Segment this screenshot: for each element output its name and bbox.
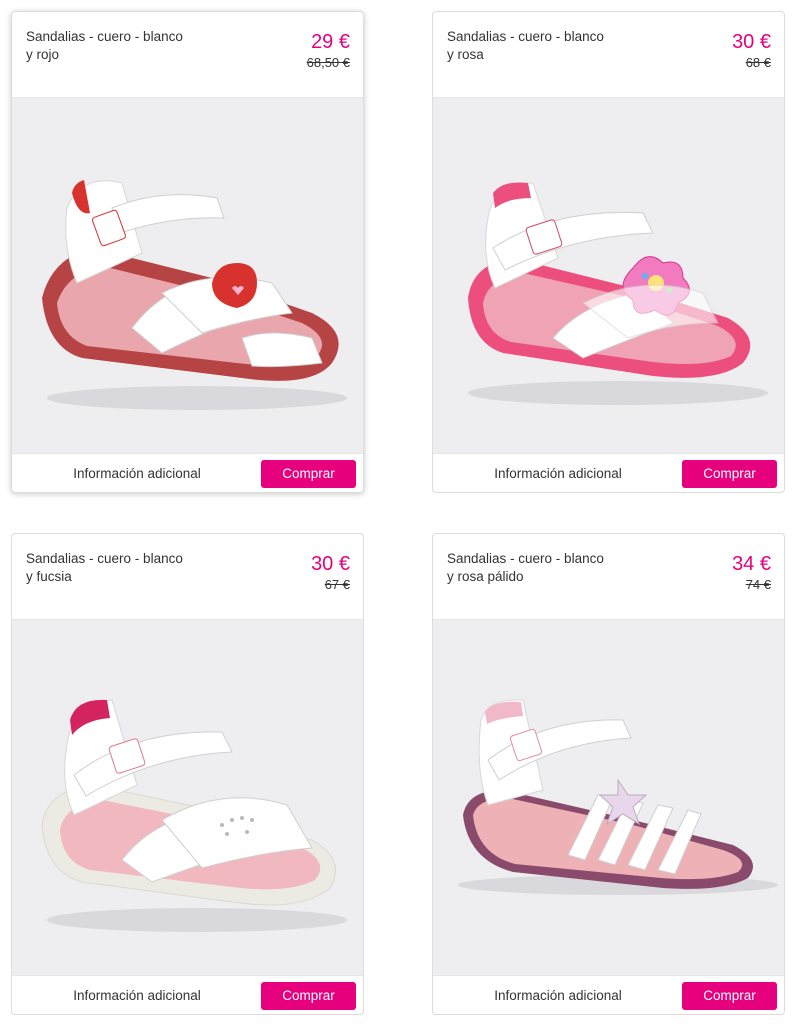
- buy-button[interactable]: Comprar: [682, 460, 777, 488]
- product-header: Sandalias - cuero - blanco y fucsia 30 €…: [12, 534, 363, 620]
- product-old-price: 67 €: [324, 577, 350, 592]
- product-title[interactable]: Sandalias - cuero - blanco y rojo: [26, 28, 226, 64]
- product-footer: Información adicional Comprar: [433, 975, 784, 1014]
- product-title-line1: Sandalias - cuero - blanco: [26, 551, 183, 566]
- sandal-illustration: [458, 699, 778, 895]
- buy-button[interactable]: Comprar: [261, 460, 356, 488]
- more-info-link[interactable]: Información adicional: [433, 976, 683, 1014]
- sandal-illustration: [42, 180, 347, 410]
- product-old-price: 68 €: [745, 55, 771, 70]
- buy-button[interactable]: Comprar: [261, 982, 356, 1010]
- product-title-line2: y rosa: [447, 47, 484, 62]
- product-title-line1: Sandalias - cuero - blanco: [447, 29, 604, 44]
- product-title[interactable]: Sandalias - cuero - blanco y rosa: [447, 28, 647, 64]
- product-title[interactable]: Sandalias - cuero - blanco y rosa pálido: [447, 550, 647, 586]
- product-header: Sandalias - cuero - blanco y rosa 30 € 6…: [433, 12, 784, 98]
- product-image[interactable]: [433, 98, 784, 453]
- product-title-line1: Sandalias - cuero - blanco: [447, 551, 604, 566]
- product-old-price: 68,50 €: [306, 55, 350, 70]
- product-card[interactable]: Sandalias - cuero - blanco y fucsia 30 €…: [11, 533, 364, 1015]
- product-card[interactable]: Sandalias - cuero - blanco y rosa pálido…: [432, 533, 785, 1015]
- product-image[interactable]: [433, 620, 784, 975]
- product-title-line1: Sandalias - cuero - blanco: [26, 29, 183, 44]
- product-old-price: 74 €: [745, 577, 771, 592]
- sandal-illustration: [468, 182, 768, 405]
- product-footer: Información adicional Comprar: [12, 453, 363, 492]
- product-title-line2: y rojo: [26, 47, 60, 62]
- product-grid: Sandalias - cuero - blanco y rojo 29 € 6…: [0, 0, 793, 1024]
- sandal-illustration: [41, 699, 347, 932]
- product-price: 30 €: [732, 31, 771, 53]
- product-title-line2: y fucsia: [26, 569, 72, 584]
- product-header: Sandalias - cuero - blanco y rosa pálido…: [433, 534, 784, 620]
- product-image[interactable]: [12, 98, 363, 453]
- more-info-link[interactable]: Información adicional: [12, 976, 262, 1014]
- product-footer: Información adicional Comprar: [12, 975, 363, 1014]
- product-title[interactable]: Sandalias - cuero - blanco y fucsia: [26, 550, 226, 586]
- product-price: 34 €: [732, 553, 771, 575]
- product-card[interactable]: Sandalias - cuero - blanco y rojo 29 € 6…: [11, 11, 364, 493]
- product-price: 30 €: [311, 553, 350, 575]
- more-info-link[interactable]: Información adicional: [12, 454, 262, 492]
- product-header: Sandalias - cuero - blanco y rojo 29 € 6…: [12, 12, 363, 98]
- more-info-link[interactable]: Información adicional: [433, 454, 683, 492]
- product-card[interactable]: Sandalias - cuero - blanco y rosa 30 € 6…: [432, 11, 785, 493]
- product-footer: Información adicional Comprar: [433, 453, 784, 492]
- product-image[interactable]: [12, 620, 363, 975]
- product-price: 29 €: [311, 31, 350, 53]
- buy-button[interactable]: Comprar: [682, 982, 777, 1010]
- product-title-line2: y rosa pálido: [447, 569, 524, 584]
